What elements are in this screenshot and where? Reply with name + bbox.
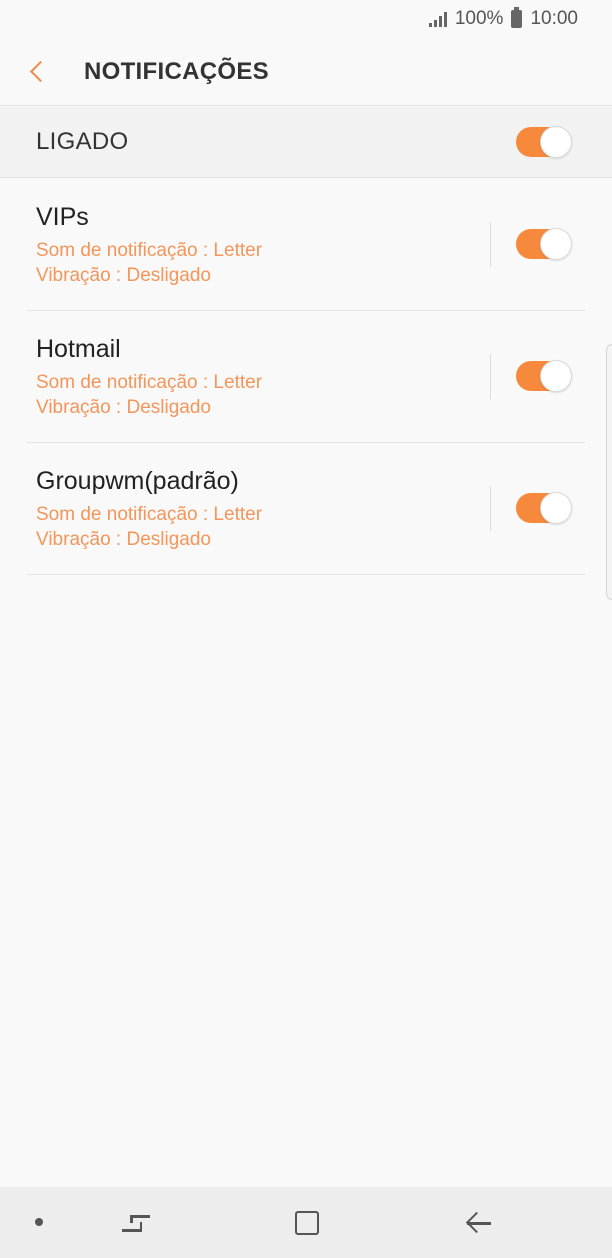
home-icon[interactable] [295,1211,319,1235]
notification-sound-text: Som de notificação : Letter [36,240,263,261]
back-button[interactable] [0,38,84,106]
account-name: VIPs [36,203,89,231]
back-arrow-icon[interactable] [465,1211,491,1235]
toggle-thumb [540,126,572,158]
nav-dot-icon[interactable] [35,1218,43,1226]
account-item-vips[interactable]: VIPs Som de notificação : Letter Vibraçã… [27,179,585,311]
account-toggle-groupwm[interactable] [516,492,572,524]
divider [490,222,491,267]
page-title: NOTIFICAÇÕES [84,57,269,85]
notification-sound-text: Som de notificação : Letter [36,372,263,393]
account-list: VIPs Som de notificação : Letter Vibraçã… [0,179,612,575]
account-item-groupwm[interactable]: Groupwm(padrão) Som de notificação : Let… [27,443,585,575]
toggle-thumb [540,228,572,260]
divider [490,354,491,399]
vibration-text: Vibração : Desligado [36,529,211,550]
master-toggle[interactable] [516,126,572,158]
toggle-thumb [540,360,572,392]
notification-sound-text: Som de notificação : Letter [36,504,263,525]
account-item-hotmail[interactable]: Hotmail Som de notificação : Letter Vibr… [27,311,585,443]
signal-icon [428,11,447,27]
master-switch-label: LIGADO [36,128,129,155]
chevron-left-icon [29,60,51,83]
vibration-text: Vibração : Desligado [36,397,211,418]
status-bar: 100% 10:00 [0,0,612,38]
account-toggle-hotmail[interactable] [516,360,572,392]
battery-percentage: 100% [454,8,504,29]
clock: 10:00 [530,8,578,29]
edge-panel-handle[interactable] [606,344,612,600]
account-name: Hotmail [36,335,121,363]
account-name: Groupwm(padrão) [36,467,239,495]
account-toggle-vips[interactable] [516,228,572,260]
toggle-thumb [540,492,572,524]
battery-icon [511,7,523,28]
divider [490,486,491,531]
app-header: NOTIFICAÇÕES [0,38,612,106]
master-switch-row[interactable]: LIGADO [0,107,612,178]
recents-icon[interactable] [122,1211,150,1235]
vibration-text: Vibração : Desligado [36,265,211,286]
navigation-bar [0,1187,612,1258]
